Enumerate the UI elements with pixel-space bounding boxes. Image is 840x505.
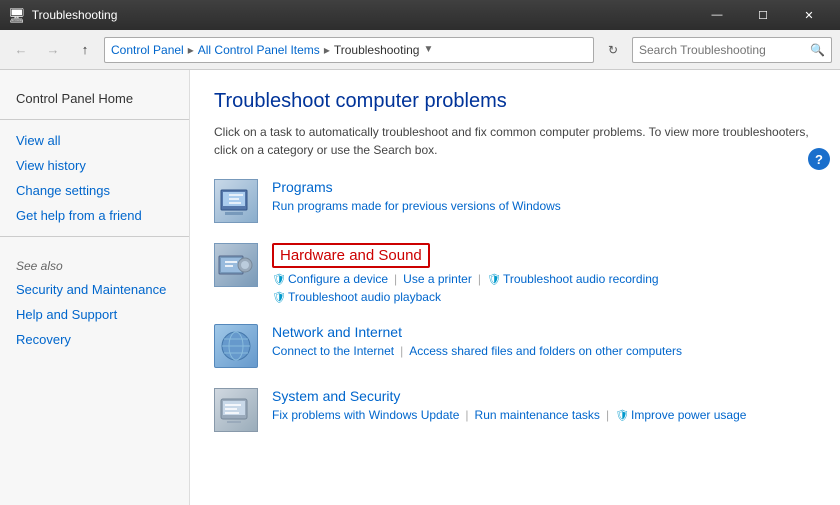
hardware-icon — [214, 243, 258, 287]
troubleshoot-audio-playback-link[interactable]: Troubleshoot audio playback — [288, 290, 441, 304]
title-bar-controls: — ☐ ✕ — [694, 0, 832, 30]
power-usage-link[interactable]: Improve power usage — [631, 408, 746, 422]
help-button[interactable]: ? — [808, 148, 830, 170]
system-content: System and Security Fix problems with Wi… — [272, 388, 816, 422]
hardware-title[interactable]: Hardware and Sound — [272, 243, 430, 268]
search-icon: 🔍 — [810, 43, 825, 57]
network-links: Connect to the Internet | Access shared … — [272, 344, 816, 358]
access-shared-files-link[interactable]: Access shared files and folders on other… — [409, 344, 682, 358]
configure-device-link[interactable]: Configure a device — [288, 272, 388, 286]
maintenance-tasks-link[interactable]: Run maintenance tasks — [475, 408, 600, 422]
connect-internet-link[interactable]: Connect to the Internet — [272, 344, 394, 358]
hardware-links-2: 🛡 Troubleshoot audio playback — [272, 290, 816, 304]
programs-subtitle: Run programs made for previous versions … — [272, 199, 816, 213]
troubleshoot-audio-recording-link[interactable]: Troubleshoot audio recording — [503, 272, 659, 286]
breadcrumb-control-panel[interactable]: Control Panel — [111, 43, 184, 57]
network-content: Network and Internet Connect to the Inte… — [272, 324, 816, 358]
hardware-content: Hardware and Sound 🛡 Configure a device … — [272, 243, 816, 304]
title-bar-text: Troubleshooting — [32, 8, 694, 22]
page-title: Troubleshoot computer problems — [214, 90, 816, 113]
sidebar-divider-2 — [0, 236, 189, 237]
shield-icon-1: 🛡 — [272, 273, 286, 286]
windows-update-link[interactable]: Fix problems with Windows Update — [272, 408, 459, 422]
programs-content: Programs Run programs made for previous … — [272, 179, 816, 213]
search-box: 🔍 — [632, 37, 832, 63]
sidebar-item-help-support[interactable]: Help and Support — [0, 302, 189, 327]
forward-button[interactable]: → — [40, 37, 66, 63]
sidebar-item-change-settings[interactable]: Change settings — [0, 178, 189, 203]
breadcrumb-bar: Control Panel ▸ All Control Panel Items … — [104, 37, 594, 63]
system-links: Fix problems with Windows Update | Run m… — [272, 408, 816, 422]
network-title[interactable]: Network and Internet — [272, 324, 816, 340]
up-button[interactable]: ↑ — [72, 37, 98, 63]
category-programs: Programs Run programs made for previous … — [214, 179, 816, 223]
content-area: Troubleshoot computer problems Click on … — [190, 70, 840, 505]
app-icon: 🖥 — [8, 7, 26, 24]
refresh-button[interactable]: ↻ — [600, 37, 626, 63]
hardware-links: 🛡 Configure a device | Use a printer | 🛡… — [272, 272, 816, 286]
breadcrumb-dropdown-icon[interactable]: ▼ — [423, 44, 433, 55]
maximize-button[interactable]: ☐ — [740, 0, 786, 30]
shield-icon-4: 🛡 — [615, 409, 629, 422]
network-icon — [214, 324, 258, 368]
programs-subtitle-link[interactable]: Run programs made for previous versions … — [272, 199, 561, 213]
shield-icon-3: 🛡 — [272, 291, 286, 304]
system-title[interactable]: System and Security — [272, 388, 816, 404]
shield-icon-2: 🛡 — [487, 273, 501, 286]
sidebar-item-security[interactable]: Security and Maintenance — [0, 277, 189, 302]
page-description: Click on a task to automatically trouble… — [214, 123, 816, 159]
sidebar-divider-1 — [0, 119, 189, 120]
close-button[interactable]: ✕ — [786, 0, 832, 30]
minimize-button[interactable]: — — [694, 0, 740, 30]
sidebar-control-panel-home-label: Control Panel Home — [0, 86, 189, 111]
breadcrumb-current: Troubleshooting — [334, 43, 420, 57]
category-network: Network and Internet Connect to the Inte… — [214, 324, 816, 368]
title-bar: 🖥 Troubleshooting — ☐ ✕ — [0, 0, 840, 30]
programs-title[interactable]: Programs — [272, 179, 816, 195]
sidebar-item-view-all[interactable]: View all — [0, 128, 189, 153]
category-system: System and Security Fix problems with Wi… — [214, 388, 816, 432]
sidebar-item-view-history[interactable]: View history — [0, 153, 189, 178]
category-hardware: Hardware and Sound 🛡 Configure a device … — [214, 243, 816, 304]
main-layout: Control Panel Home View all View history… — [0, 70, 840, 505]
sidebar-see-also-label: See also — [0, 245, 189, 277]
breadcrumb-all-items[interactable]: All Control Panel Items — [198, 43, 320, 57]
system-icon — [214, 388, 258, 432]
programs-icon — [214, 179, 258, 223]
use-printer-link[interactable]: Use a printer — [403, 272, 472, 286]
sidebar-item-recovery[interactable]: Recovery — [0, 327, 189, 352]
sidebar: Control Panel Home View all View history… — [0, 70, 190, 505]
sidebar-item-get-help[interactable]: Get help from a friend — [0, 203, 189, 228]
address-bar: ← → ↑ Control Panel ▸ All Control Panel … — [0, 30, 840, 70]
search-input[interactable] — [639, 43, 810, 57]
back-button[interactable]: ← — [8, 37, 34, 63]
